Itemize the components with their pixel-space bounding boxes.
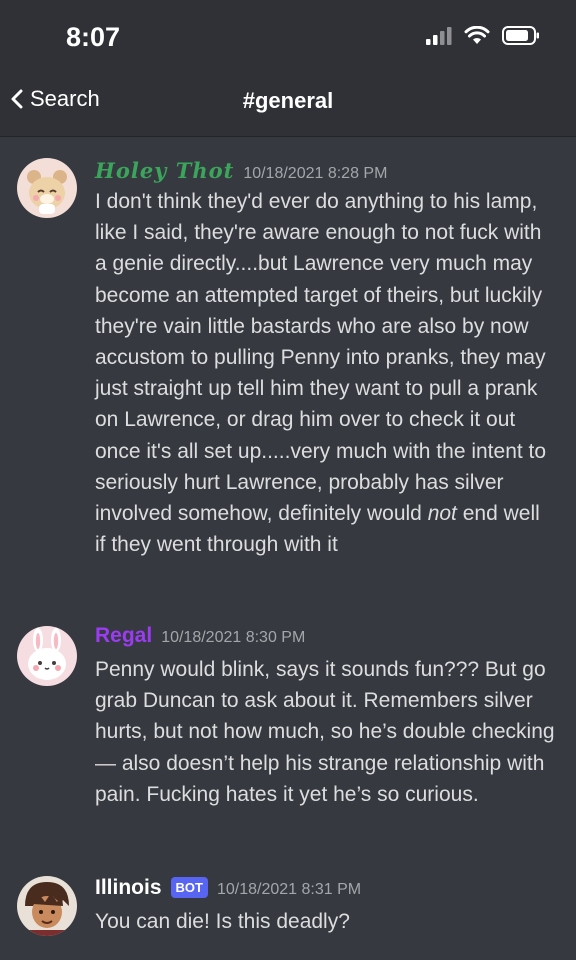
message-text: I don't think they'd ever do anything to… <box>95 186 555 560</box>
timestamp: 10/18/2021 8:31 PM <box>216 881 362 898</box>
message-text: You can die! Is this deadly? <box>95 910 350 933</box>
author-name[interactable]: Illinois <box>95 876 162 900</box>
timestamp: 10/18/2021 8:30 PM <box>161 629 306 646</box>
bear-avatar-icon <box>17 158 77 218</box>
timestamp: 10/18/2021 8:28 PM <box>243 165 388 182</box>
avatar[interactable] <box>17 626 77 686</box>
battery-icon <box>502 26 539 45</box>
message-text: Penny would blink, says it sounds fun???… <box>95 658 555 806</box>
avatar[interactable] <box>17 876 77 936</box>
message-header: Holey Thot 10/18/2021 8:28 PM <box>95 158 387 183</box>
message-list[interactable]: Holey Thot 10/18/2021 8:28 PM I don't th… <box>0 136 576 960</box>
app-header: 8:07 Search #general <box>0 0 576 136</box>
avatar[interactable] <box>17 158 77 218</box>
message-text-main: I don't think they'd ever do anything to… <box>95 190 547 526</box>
bunny-avatar-icon <box>17 626 77 686</box>
message-text-emphasis: not <box>427 502 457 526</box>
author-name[interactable]: Regal <box>95 624 152 648</box>
character-avatar-icon <box>17 876 77 936</box>
channel-title: #general <box>242 88 334 113</box>
status-bar-time: 8:07 <box>66 22 121 52</box>
author-name[interactable]: Holey Thot <box>95 158 234 183</box>
wifi-icon <box>464 26 490 44</box>
message-header: Regal 10/18/2021 8:30 PM <box>95 624 305 648</box>
status-bar-icons <box>426 26 540 45</box>
bot-badge: BOT <box>170 877 208 898</box>
message-header: Illinois BOT 10/18/2021 8:31 PM <box>95 876 361 900</box>
cellular-signal-icon <box>426 26 452 45</box>
